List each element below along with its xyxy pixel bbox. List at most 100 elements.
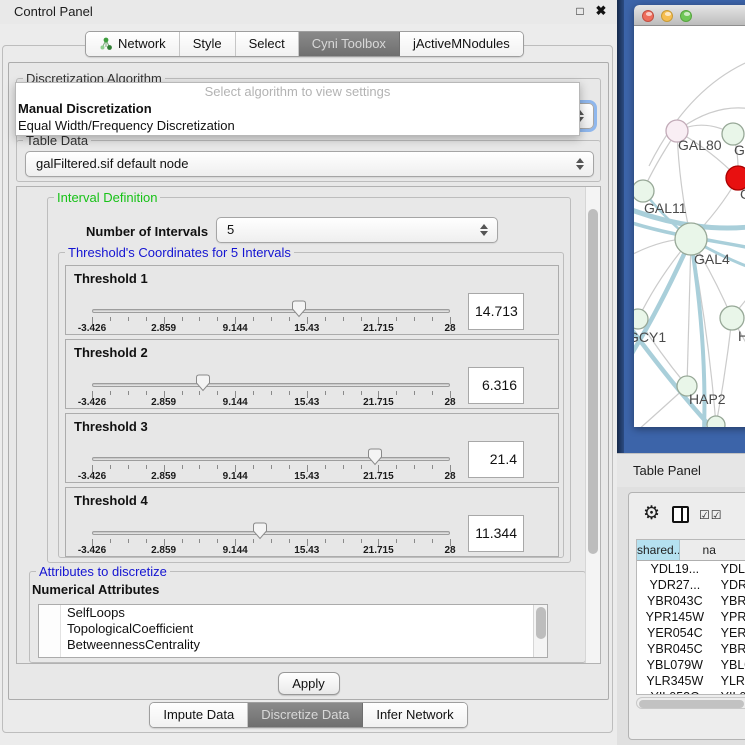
apply-button[interactable]: Apply [278, 672, 340, 695]
gear-icon[interactable]: ⚙ [643, 502, 660, 525]
network-node-label: GAL4 [694, 251, 730, 267]
slider-tick-label: 2.859 [139, 471, 189, 482]
table-row[interactable]: YDL19...YDL1 [637, 561, 745, 577]
table-cell: YDL1 [713, 561, 745, 577]
slider-tick-label: 21.715 [353, 471, 403, 482]
table-row[interactable]: YPR145WYPR1 [637, 609, 745, 625]
table-horizontal-scrollbar[interactable] [636, 697, 745, 709]
slider-tick [271, 465, 272, 469]
table-row[interactable]: YLR345WYLR3 [637, 673, 745, 689]
slider-tick [396, 317, 397, 321]
threshold-panel: Threshold 1-3.4262.8599.14415.4321.71528… [65, 265, 559, 335]
network-node[interactable] [720, 306, 744, 330]
settings-scrollbar[interactable] [585, 187, 600, 663]
network-node[interactable] [634, 180, 654, 202]
close-icon[interactable]: ✖ [593, 3, 609, 19]
slider-tick-label: 9.144 [210, 545, 260, 556]
num-intervals-value: 5 [227, 222, 234, 237]
threshold-value-field[interactable]: 14.713 [468, 293, 524, 330]
slider-tick [128, 539, 129, 543]
tab-select[interactable]: Select [236, 32, 299, 56]
table-cell: YER0 [713, 625, 745, 641]
table-row[interactable]: YBR045CYBR0 [637, 641, 745, 657]
table-row[interactable]: YER054CYER0 [637, 625, 745, 641]
slider-tick [325, 539, 326, 543]
threshold-slider-track[interactable] [92, 383, 450, 387]
slider-tick [128, 317, 129, 321]
slider-tick [128, 391, 129, 395]
slider-tick [432, 465, 433, 469]
threshold-slider-track[interactable] [92, 531, 450, 535]
control-panel: Control Panel □ ✖ NetworkStyleSelectCyni… [0, 0, 617, 745]
table-column-header[interactable]: shared... [637, 540, 680, 561]
bottom-tab-infer-network[interactable]: Infer Network [363, 703, 466, 727]
threshold-slider-thumb[interactable] [252, 522, 268, 540]
slider-tick [128, 465, 129, 469]
threshold-value-field[interactable]: 6.316 [468, 367, 524, 404]
columns-icon[interactable] [672, 506, 689, 523]
table-column-header[interactable]: na [680, 540, 745, 561]
slider-tick [182, 465, 183, 469]
table-row[interactable]: YBR043CYBR0 [637, 593, 745, 609]
slider-tick [325, 391, 326, 395]
combo-spinner-icon [480, 223, 489, 237]
threshold-slider-track[interactable] [92, 309, 450, 313]
slider-tick [325, 317, 326, 321]
checkbox-filter-icon[interactable]: ☑☑ [699, 508, 723, 522]
threshold-panel: Threshold 4-3.4262.8599.14415.4321.71528… [65, 487, 559, 557]
threshold-slider-thumb[interactable] [291, 300, 307, 318]
slider-tick [182, 391, 183, 395]
bottom-tab-discretize-data[interactable]: Discretize Data [248, 703, 363, 727]
table-data-combobox[interactable]: galFiltered.sif default node [25, 151, 594, 177]
float-icon[interactable]: □ [572, 3, 588, 19]
interval-definition-groupbox: Interval Definition Number of Intervals … [47, 197, 571, 563]
num-intervals-combobox[interactable]: 5 [216, 217, 498, 243]
table-row[interactable]: YDR27...YDR2 [637, 577, 745, 593]
threshold-slider-thumb[interactable] [367, 448, 383, 466]
attribute-list-scrollbar[interactable] [533, 605, 547, 657]
thresholds-groupbox: Threshold's Coordinates for 5 Intervals … [58, 252, 564, 558]
popup-option[interactable]: Equal Width/Frequency Discretization [16, 117, 579, 134]
zoom-traffic-light-icon[interactable] [680, 10, 692, 22]
slider-tick [396, 465, 397, 469]
threshold-value-field[interactable]: 11.344 [468, 515, 524, 552]
network-window-titlebar[interactable] [634, 5, 745, 26]
tab-cyni-toolbox[interactable]: Cyni Toolbox [299, 32, 400, 56]
node-attribute-table[interactable]: shared...na YDL19...YDL1YDR27...YDR2YBR0… [636, 539, 745, 695]
table-data-groupbox: Table Data galFiltered.sif default node [16, 140, 601, 182]
numerical-attributes-list[interactable]: SelfLoopsTopologicalCoefficientBetweenne… [38, 604, 548, 658]
network-node[interactable] [634, 309, 648, 329]
table-panel-header: Table Panel [617, 453, 745, 487]
network-canvas[interactable]: GAL80GACGAL11GAL4GCY1HHAP2 [634, 26, 745, 427]
threshold-slider-thumb[interactable] [195, 374, 211, 392]
network-window: GAL80GACGAL11GAL4GCY1HHAP2 [634, 5, 745, 427]
network-node[interactable] [707, 416, 725, 427]
interval-definition-label: Interval Definition [54, 190, 160, 205]
bottom-tab-label: Impute Data [163, 703, 234, 727]
table-panel-area: ⚙ ☑☑ shared...na YDL19...YDL1YDR27...YDR… [617, 487, 745, 745]
attribute-list-item[interactable]: BetweennessCentrality [67, 637, 547, 653]
slider-tick-label: -3.426 [67, 471, 117, 482]
tab-network[interactable]: Network [86, 32, 180, 56]
slider-tick [361, 465, 362, 469]
tab-style[interactable]: Style [180, 32, 236, 56]
control-panel-titlebar: Control Panel □ ✖ [0, 0, 617, 24]
close-traffic-light-icon[interactable] [642, 10, 654, 22]
slider-tick-label: 9.144 [210, 397, 260, 408]
tab-label: jActiveMNodules [413, 32, 510, 56]
attribute-list-item[interactable]: SelfLoops [67, 605, 547, 621]
table-cell: YIL0 [713, 689, 745, 695]
minimize-traffic-light-icon[interactable] [661, 10, 673, 22]
network-edge [687, 239, 691, 386]
table-row[interactable]: YIL052CYIL0 [637, 689, 745, 695]
table-row[interactable]: YBL079WYBL0 [637, 657, 745, 673]
threshold-value-field[interactable]: 21.4 [468, 441, 524, 478]
popup-option[interactable]: Manual Discretization [16, 100, 579, 117]
network-graph: GAL80GACGAL11GAL4GCY1HHAP2 [634, 26, 745, 427]
slider-tick [414, 465, 415, 469]
tab-jactivemnodules[interactable]: jActiveMNodules [400, 32, 523, 56]
bottom-tab-impute-data[interactable]: Impute Data [150, 703, 248, 727]
algorithm-dropdown-popup: Select algorithm to view settingsManual … [15, 82, 580, 136]
attribute-list-item[interactable]: TopologicalCoefficient [67, 621, 547, 637]
threshold-slider-track[interactable] [92, 457, 450, 461]
